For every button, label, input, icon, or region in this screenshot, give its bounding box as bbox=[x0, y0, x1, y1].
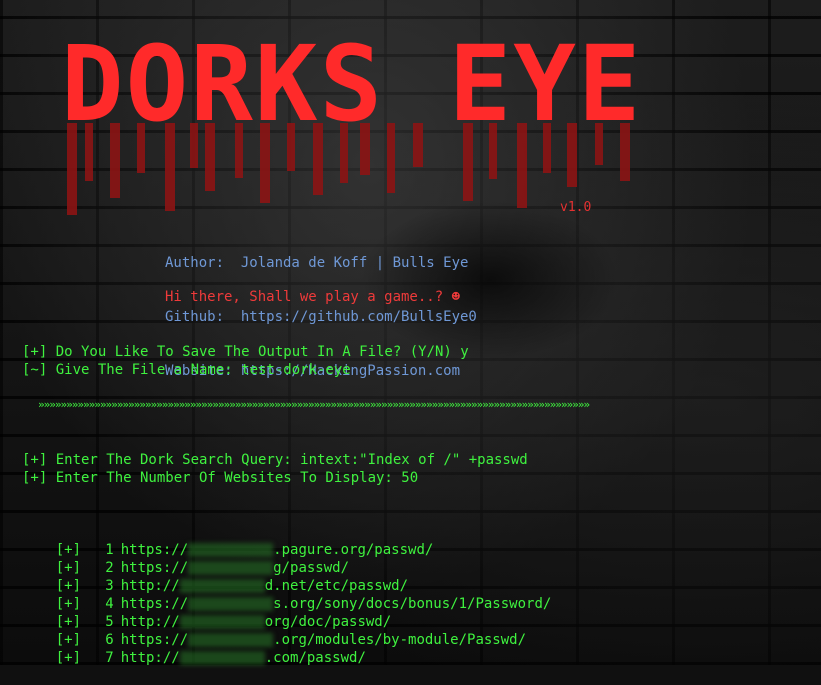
result-row: [+] 1 https://.pagure.org/passwd/ bbox=[22, 523, 551, 558]
result-row: [+] 7 http:// .com/passwd/ bbox=[22, 631, 551, 666]
divider-line: »»»»»»»»»»»»»»»»»»»»»»»»»»»»»»»»»»»»»»»»… bbox=[38, 398, 590, 411]
result-url-suffix: .com/passwd/ bbox=[264, 650, 366, 666]
greeting-line: Hi there, Shall we play a game..? ☻ bbox=[165, 289, 461, 305]
author-line: Author: Jolanda de Koff | Bulls Eye bbox=[165, 255, 469, 271]
search-query-prompt: [+] Enter The Dork Search Query: intext:… bbox=[22, 452, 528, 468]
version-label: v1.0 bbox=[560, 200, 592, 215]
result-row: [+] 4 https://s.org/sony/docs/bonus/1/Pass… bbox=[22, 577, 552, 612]
file-name-prompt: [~] Give The File a Name: test-dork-eye bbox=[22, 362, 351, 378]
result-number: 7 bbox=[105, 650, 114, 666]
dorks-eye-logo: DORKS EYE bbox=[61, 28, 643, 215]
result-marker: [+] bbox=[55, 650, 82, 666]
result-row: [+] 5 http://org/doc/passwd/ bbox=[22, 595, 551, 630]
result-row: [+] 2 https://g/passwd/ bbox=[22, 541, 551, 576]
num-websites-prompt: [+] Enter The Number Of Websites To Disp… bbox=[22, 470, 419, 486]
results-list: [+] 1 https://.pagure.org/passwd/ [+] 2 http… bbox=[22, 523, 552, 666]
logo-title: DORKS EYE bbox=[61, 28, 643, 145]
save-output-prompt: [+] Do You Like To Save The Output In A … bbox=[22, 344, 469, 360]
github-line: Github: https://github.com/BullsEye0 bbox=[165, 309, 477, 325]
result-row: [+] 6 https://.org/modules/by-module/Passw… bbox=[22, 613, 551, 648]
result-url-prefix: http:// bbox=[120, 650, 180, 666]
redacted-domain bbox=[179, 651, 265, 665]
result-row: [+] 3 http://d.net/etc/passwd/ bbox=[22, 559, 551, 594]
